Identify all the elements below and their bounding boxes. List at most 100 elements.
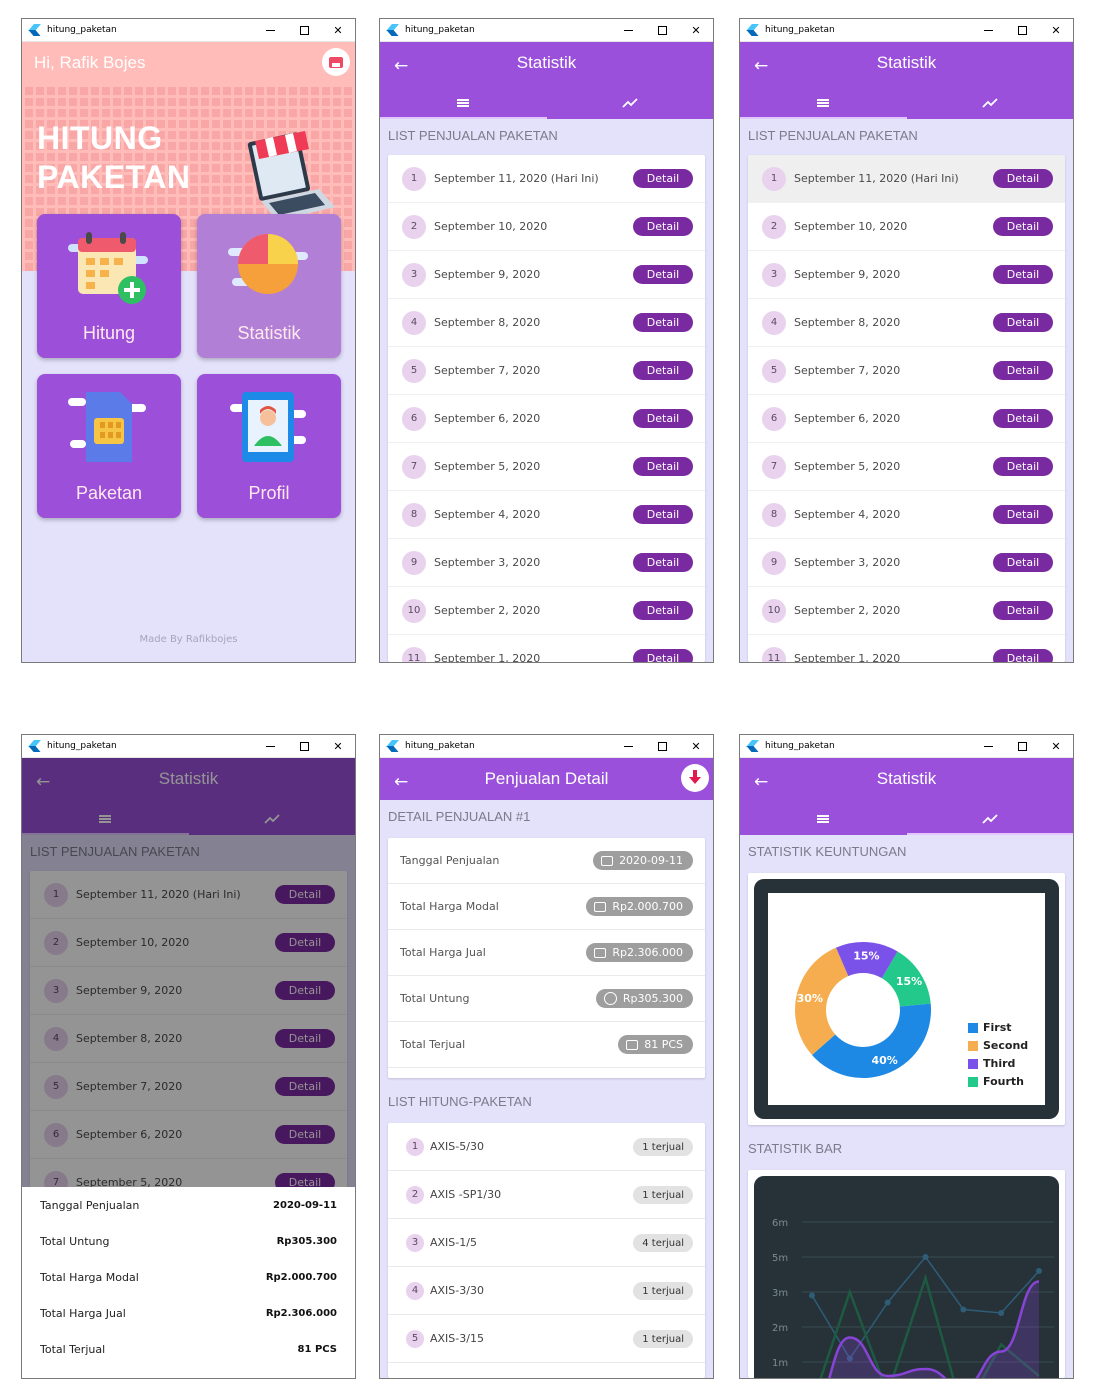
list-item[interactable]: 1 September 11, 2020 (Hari Ini) Detail (388, 155, 705, 203)
list-item[interactable]: 1 September 11, 2020 (Hari Ini) Detail (748, 155, 1065, 203)
tab-list[interactable] (740, 803, 907, 835)
title-bar[interactable]: hitung_paketan ✕ (740, 19, 1073, 42)
detail-button[interactable]: Detail (633, 409, 693, 428)
list-item[interactable]: 5 September 7, 2020 Detail (388, 347, 705, 395)
row-date: September 6, 2020 (434, 412, 541, 425)
tab-chart[interactable] (907, 87, 1074, 119)
sold-badge: 1 terjual (633, 1330, 693, 1348)
close-button[interactable]: ✕ (321, 19, 355, 42)
detail-button[interactable]: Detail (633, 313, 693, 332)
donut-hole (826, 973, 900, 1047)
detail-button[interactable]: Detail (633, 217, 693, 236)
detail-button[interactable]: Detail (633, 457, 693, 476)
list-item[interactable]: 10 September 2, 2020 Detail (748, 587, 1065, 635)
title-bar[interactable]: hitung_paketan ✕ (740, 735, 1073, 758)
list-item[interactable]: 9 September 3, 2020 Detail (748, 539, 1065, 587)
list-item[interactable]: 11 September 1, 2020 Detail (748, 635, 1065, 662)
list-item[interactable]: 6 September 6, 2020 Detail (388, 395, 705, 443)
detail-button[interactable]: Detail (633, 361, 693, 380)
maximize-button[interactable] (645, 19, 679, 42)
list-item[interactable]: 3 AXIS-1/5 4 terjual (388, 1219, 705, 1267)
detail-button[interactable]: Detail (633, 601, 693, 620)
tile-hitung[interactable]: Hitung (37, 214, 181, 358)
list-item[interactable]: 4 September 8, 2020 Detail (748, 299, 1065, 347)
detail-button[interactable]: Detail (993, 457, 1053, 476)
list-item[interactable]: 2 AXIS -SP1/30 1 terjual (388, 1171, 705, 1219)
list-item[interactable]: 7 September 5, 2020 Detail (388, 443, 705, 491)
list-item[interactable]: 7 September 5, 2020 Detail (748, 443, 1065, 491)
list-item[interactable]: 11 September 1, 2020 Detail (388, 635, 705, 662)
download-icon[interactable] (681, 764, 709, 792)
maximize-button[interactable] (645, 735, 679, 758)
list-item[interactable]: 8 September 4, 2020 Detail (388, 491, 705, 539)
app-bar: ← Statistik (740, 758, 1073, 835)
tab-chart[interactable] (906, 803, 1074, 835)
tab-list[interactable] (740, 87, 907, 119)
detail-button[interactable]: Detail (993, 649, 1053, 662)
tile-paketan[interactable]: Paketan (37, 374, 181, 518)
item-number: 2 (406, 1185, 424, 1204)
list-item[interactable]: 2 September 10, 2020 Detail (748, 203, 1065, 251)
line-card: 6m 5m 3m 2m 1m (748, 1170, 1065, 1378)
close-button[interactable]: ✕ (679, 19, 713, 42)
row-number: 6 (762, 406, 786, 431)
detail-button[interactable]: Detail (993, 361, 1053, 380)
list-item[interactable]: 6 September 6, 2020 Detail (748, 395, 1065, 443)
charts-body: STATISTIK KEUNTUNGAN 15% 40% 30% 15% First S… (740, 835, 1073, 1378)
detail-button[interactable]: Detail (993, 553, 1053, 572)
maximize-button[interactable] (287, 19, 321, 42)
detail-button[interactable]: Detail (993, 313, 1053, 332)
store-icon[interactable] (322, 48, 350, 76)
sales-list: 1 September 11, 2020 (Hari Ini) Detail 2 Sep… (388, 155, 705, 662)
modal-scrim[interactable] (22, 758, 355, 1187)
minimize-button[interactable] (253, 19, 287, 42)
detail-button[interactable]: Detail (993, 409, 1053, 428)
minimize-button[interactable] (611, 735, 645, 758)
detail-button[interactable]: Detail (993, 217, 1053, 236)
maximize-button[interactable] (287, 735, 321, 758)
list-item[interactable]: 1 AXIS-5/30 1 terjual (388, 1123, 705, 1171)
minimize-button[interactable] (971, 19, 1005, 42)
tile-statistik[interactable]: Statistik (197, 214, 341, 358)
title-bar[interactable]: hitung_paketan ✕ (22, 19, 355, 42)
sheet-value: 81 PCS (297, 1343, 337, 1355)
detail-button[interactable]: Detail (993, 169, 1053, 188)
list-item[interactable]: 4 September 8, 2020 Detail (388, 299, 705, 347)
maximize-button[interactable] (1005, 19, 1039, 42)
detail-button[interactable]: Detail (993, 601, 1053, 620)
maximize-button[interactable] (1005, 735, 1039, 758)
title-bar[interactable]: hitung_paketan ✕ (380, 735, 713, 758)
list-item[interactable]: 10 September 2, 2020 Detail (388, 587, 705, 635)
list-item[interactable]: 4 AXIS-3/30 1 terjual (388, 1267, 705, 1315)
close-button[interactable]: ✕ (679, 735, 713, 758)
detail-button[interactable]: Detail (633, 553, 693, 572)
tile-profil[interactable]: Profil (197, 374, 341, 518)
list-item[interactable]: 5 September 7, 2020 Detail (748, 347, 1065, 395)
detail-row: Total Harga Jual Rp2.306.000 (388, 930, 705, 976)
window-penjualan-detail: hitung_paketan ✕ ← Penjualan Detail DETA… (379, 734, 714, 1379)
detail-button[interactable]: Detail (633, 169, 693, 188)
list-item[interactable]: 3 September 9, 2020 Detail (748, 251, 1065, 299)
list-item[interactable]: 8 September 4, 2020 Detail (748, 491, 1065, 539)
flutter-icon (387, 739, 401, 753)
list-item[interactable]: 5 AXIS-3/15 1 terjual (388, 1315, 705, 1363)
detail-button[interactable]: Detail (633, 265, 693, 284)
detail-value: Rp305.300 (622, 992, 683, 1005)
minimize-button[interactable] (971, 735, 1005, 758)
title-bar[interactable]: hitung_paketan ✕ (380, 19, 713, 42)
minimize-button[interactable] (253, 735, 287, 758)
list-item[interactable]: 9 September 3, 2020 Detail (388, 539, 705, 587)
detail-button[interactable]: Detail (633, 505, 693, 524)
detail-button[interactable]: Detail (993, 505, 1053, 524)
detail-button[interactable]: Detail (633, 649, 693, 662)
close-button[interactable]: ✕ (1039, 19, 1073, 42)
detail-button[interactable]: Detail (993, 265, 1053, 284)
tab-chart[interactable] (547, 87, 714, 119)
tab-list[interactable] (380, 87, 547, 119)
title-bar[interactable]: hitung_paketan ✕ (22, 735, 355, 758)
minimize-button[interactable] (611, 19, 645, 42)
close-button[interactable]: ✕ (321, 735, 355, 758)
list-item[interactable]: 3 September 9, 2020 Detail (388, 251, 705, 299)
close-button[interactable]: ✕ (1039, 735, 1073, 758)
list-item[interactable]: 2 September 10, 2020 Detail (388, 203, 705, 251)
